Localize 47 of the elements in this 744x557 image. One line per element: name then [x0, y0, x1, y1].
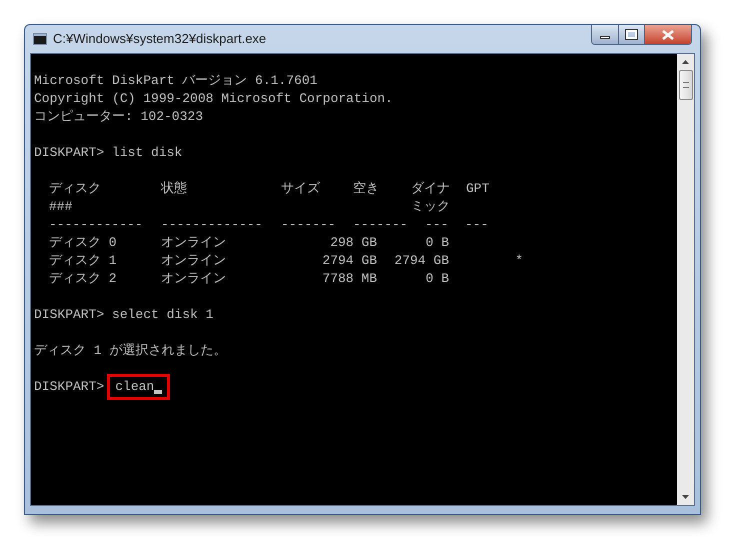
header-rule: -------------	[161, 217, 262, 232]
table-cell: *	[515, 252, 523, 270]
close-icon	[662, 30, 674, 40]
minimize-icon	[600, 36, 610, 39]
scrollbar[interactable]	[677, 54, 694, 505]
maximize-button[interactable]	[619, 25, 645, 44]
console-prompt: DISKPART>	[34, 378, 104, 396]
table-cell: 0 B	[426, 270, 449, 288]
console-line: コンピューター: 102-0323	[34, 108, 204, 126]
close-button[interactable]	[645, 25, 691, 44]
command-text: clean	[107, 374, 170, 400]
table-cell: ディスク 1	[49, 253, 117, 268]
table-cell: 7788 MB	[322, 270, 377, 288]
console-line: ディスク 1 が選択されました。	[34, 342, 228, 360]
header-rule: -------	[353, 217, 408, 232]
minimize-button[interactable]	[592, 25, 619, 44]
table-cell: 2794 GB	[322, 252, 377, 270]
console-line: DISKPART> select disk 1	[34, 306, 214, 324]
column-header: ダイナ	[411, 181, 450, 196]
header-rule: ---	[425, 217, 448, 232]
column-header: GPT	[466, 181, 490, 196]
header-rule: ---	[465, 217, 488, 232]
up-arrow-icon[interactable]	[682, 60, 689, 64]
table-cell: 0 B	[426, 234, 449, 252]
table-cell: 298 GB	[330, 234, 377, 252]
column-header: 状態	[161, 181, 187, 196]
maximize-icon	[626, 30, 637, 39]
table-cell: ディスク 0	[49, 235, 117, 250]
table-cell: オンライン	[161, 235, 226, 250]
console-line: DISKPART> list disk	[34, 144, 184, 162]
window-title: C:¥Windows¥system32¥diskpart.exe	[53, 30, 266, 48]
down-arrow-icon[interactable]	[682, 495, 689, 499]
header-rule: -------	[281, 217, 336, 232]
table-cell: オンライン	[161, 271, 226, 286]
column-header: サイズ	[281, 181, 320, 196]
column-header: ###	[49, 199, 72, 214]
scroll-thumb[interactable]	[678, 70, 692, 100]
column-header: ディスク	[49, 181, 101, 196]
column-header: ミック	[411, 199, 450, 214]
console-icon	[33, 33, 47, 45]
table-cell: オンライン	[161, 253, 226, 268]
table-cell: ディスク 2	[49, 271, 117, 286]
console-line: Copyright (C) 1999-2008 Microsoft Corporation.	[34, 90, 394, 108]
header-rule: ------------	[49, 217, 143, 232]
console-line: Microsoft DiskPart バージョン 6.1.7601	[34, 72, 318, 90]
table-cell: 2794 GB	[394, 252, 449, 270]
column-header: 空き	[353, 181, 379, 196]
